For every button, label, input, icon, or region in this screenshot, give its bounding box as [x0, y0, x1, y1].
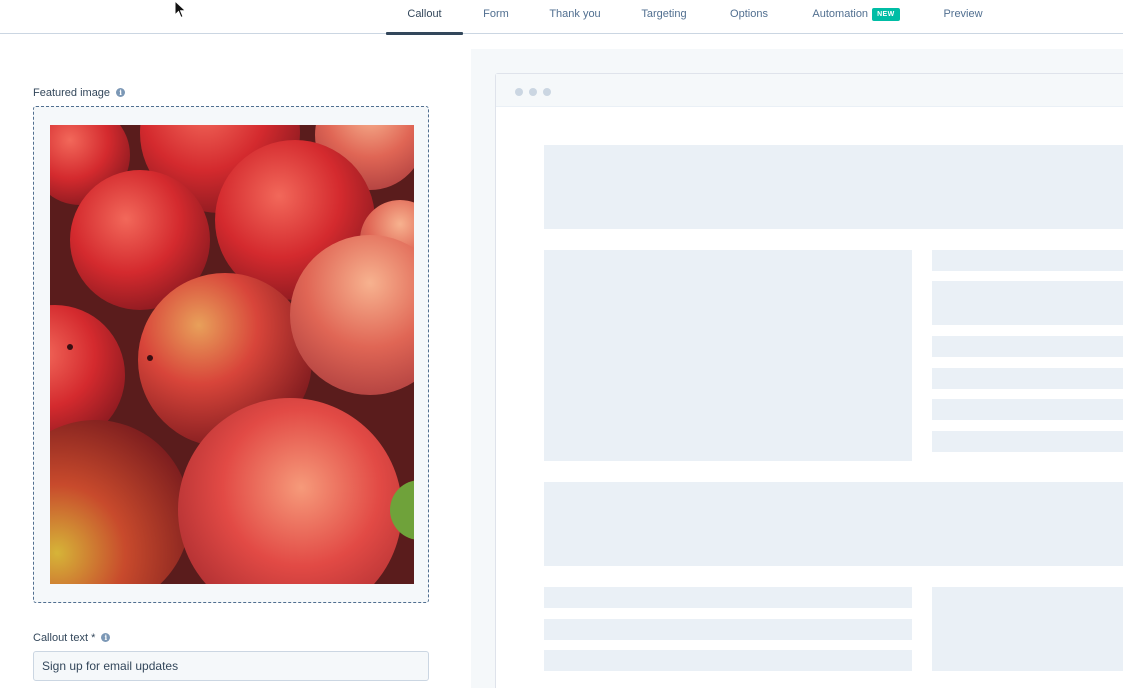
tab-label: Preview: [943, 8, 983, 20]
info-icon[interactable]: i: [116, 88, 126, 97]
placeholder-line: [932, 250, 1123, 271]
tab-preview[interactable]: Preview: [936, 0, 990, 34]
featured-image-label: Featured image i: [33, 87, 126, 99]
callout-text-label: Callout text * i: [33, 632, 111, 644]
tab-options[interactable]: Options: [722, 0, 776, 34]
mouse-cursor-icon: [174, 0, 187, 19]
window-dot: [529, 88, 537, 96]
window-dot: [543, 88, 551, 96]
placeholder-image-block: [544, 250, 912, 461]
callout-text-label-text: Callout text *: [33, 632, 96, 644]
featured-image-dropzone[interactable]: [33, 106, 429, 603]
placeholder-banner-block: [544, 482, 1123, 566]
tab-targeting[interactable]: Targeting: [634, 0, 694, 34]
tab-label: Targeting: [641, 8, 687, 20]
editor-tab-bar: Callout Form Thank you Targeting Options…: [0, 0, 1123, 35]
featured-image-peaches[interactable]: [50, 125, 414, 584]
new-badge: NEW: [872, 8, 900, 21]
placeholder-line: [932, 399, 1123, 420]
tab-label: Form: [483, 8, 509, 20]
placeholder-line: [544, 650, 912, 671]
tab-automation[interactable]: Automation NEW: [804, 0, 908, 34]
tab-thank-you[interactable]: Thank you: [544, 0, 606, 34]
placeholder-line: [544, 619, 912, 640]
placeholder-header-block: [544, 145, 1123, 229]
tab-label: Options: [730, 8, 768, 20]
browser-mockup: [495, 73, 1123, 688]
placeholder-line: [932, 368, 1123, 389]
placeholder-line: [932, 431, 1123, 452]
featured-image-label-text: Featured image: [33, 87, 111, 99]
tab-label: Thank you: [549, 8, 601, 20]
callout-text-input[interactable]: [33, 651, 429, 681]
info-icon[interactable]: i: [101, 633, 111, 642]
placeholder-line: [932, 336, 1123, 357]
tab-form[interactable]: Form: [476, 0, 516, 34]
placeholder-line: [932, 281, 1123, 325]
peaches-image: [50, 125, 414, 584]
placeholder-line: [544, 587, 912, 608]
tab-callout[interactable]: Callout: [386, 0, 463, 35]
placeholder-side-block: [932, 587, 1123, 671]
browser-toolbar: [496, 74, 1123, 107]
tab-label: Automation: [812, 8, 869, 20]
window-dot: [515, 88, 523, 96]
tab-label: Callout: [407, 8, 442, 20]
